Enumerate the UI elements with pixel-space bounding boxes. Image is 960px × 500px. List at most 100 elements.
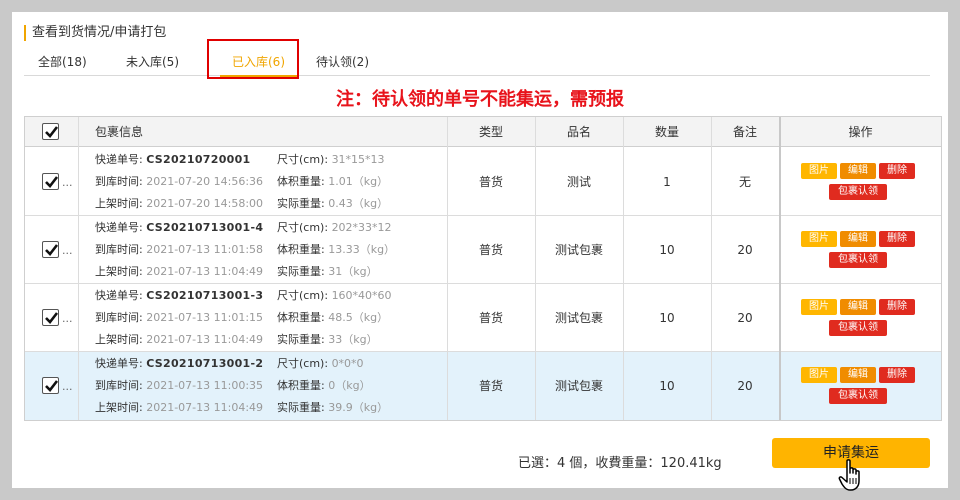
package-table: 包裹信息 类型 品名 数量 备注 操作 ... 快递单号: CS20210720… <box>24 116 942 421</box>
actual-weight-label: 实际重量: <box>277 265 325 278</box>
delete-button[interactable]: 删除 <box>879 299 915 315</box>
tracking-number: CS20210713001-4 <box>146 221 264 234</box>
row-checkbox[interactable] <box>42 173 59 190</box>
type-cell: 普货 <box>478 379 503 393</box>
checkmark-icon <box>45 126 59 138</box>
claim-button[interactable]: 包裹认领 <box>829 184 887 200</box>
tracking-number: CS20210713001-2 <box>146 357 264 370</box>
header-quantity: 数量 <box>654 125 679 139</box>
hand-pointer-icon <box>838 459 860 491</box>
tab-highlight-box <box>207 39 299 79</box>
header-name: 品名 <box>566 125 591 139</box>
vol-weight-label: 体积重量: <box>277 311 325 324</box>
tab-all[interactable]: 全部(18) <box>38 52 100 76</box>
delete-button[interactable]: 删除 <box>879 163 915 179</box>
row-checkbox[interactable] <box>42 241 59 258</box>
size-label: 尺寸(cm): <box>277 357 329 370</box>
status-tabs: 全部(18) 未入库(5) 已入库(6) 待认领(2) <box>24 52 930 77</box>
image-button[interactable]: 图片 <box>801 231 837 247</box>
row-ellipsis: ... <box>62 380 73 393</box>
checkmark-icon <box>45 380 59 392</box>
size-label: 尺寸(cm): <box>277 289 329 302</box>
type-cell: 普货 <box>478 175 503 189</box>
claim-button[interactable]: 包裹认领 <box>829 388 887 404</box>
checkmark-icon <box>45 312 59 324</box>
edit-button[interactable]: 编辑 <box>840 231 876 247</box>
size-label: 尺寸(cm): <box>277 221 329 234</box>
vol-weight-value: 13.33（kg） <box>328 243 396 256</box>
name-cell: 测试包裹 <box>554 311 603 325</box>
vol-weight-value: 1.01（kg） <box>328 175 389 188</box>
quantity-cell: 10 <box>659 243 675 257</box>
actual-weight-label: 实际重量: <box>277 333 325 346</box>
remark-cell: 20 <box>737 243 753 257</box>
shelf-label: 上架时间: <box>95 401 143 414</box>
shelf-label: 上架时间: <box>95 197 143 210</box>
size-label: 尺寸(cm): <box>277 153 329 166</box>
table-row: ... 快递单号: CS20210713001-2 到库时间: 2021-07-… <box>25 352 941 420</box>
vol-weight-label: 体积重量: <box>277 243 325 256</box>
size-value: 202*33*12 <box>331 221 392 234</box>
header-remark: 备注 <box>732 125 757 139</box>
header-package-info: 包裹信息 <box>95 125 144 139</box>
edit-button[interactable]: 编辑 <box>840 299 876 315</box>
actual-weight-value: 0.43（kg） <box>328 197 389 210</box>
edit-button[interactable]: 编辑 <box>840 367 876 383</box>
name-cell: 测试包裹 <box>554 379 603 393</box>
column-divider <box>711 117 712 420</box>
actual-weight-value: 39.9（kg） <box>328 401 389 414</box>
tab-not-stored[interactable]: 未入库(5) <box>126 52 192 76</box>
arrival-label: 到库时间: <box>95 243 143 256</box>
row-ellipsis: ... <box>62 244 73 257</box>
checkmark-icon <box>45 176 59 188</box>
image-button[interactable]: 图片 <box>801 367 837 383</box>
quantity-cell: 1 <box>663 175 671 189</box>
delete-button[interactable]: 删除 <box>879 367 915 383</box>
size-value: 31*15*13 <box>331 153 385 166</box>
actual-weight-label: 实际重量: <box>277 197 325 210</box>
size-value: 0*0*0 <box>331 357 364 370</box>
claim-button[interactable]: 包裹认领 <box>829 252 887 268</box>
row-ellipsis: ... <box>62 176 73 189</box>
header-actions: 操作 <box>848 125 873 139</box>
column-divider <box>447 117 448 420</box>
type-cell: 普货 <box>478 243 503 257</box>
actual-weight-label: 实际重量: <box>277 401 325 414</box>
arrival-label: 到库时间: <box>95 175 143 188</box>
remark-cell: 20 <box>737 379 753 393</box>
vol-weight-label: 体积重量: <box>277 379 325 392</box>
tab-to-claim[interactable]: 待认领(2) <box>316 52 386 76</box>
vol-weight-value: 0（kg） <box>328 379 371 392</box>
header-type: 类型 <box>478 125 503 139</box>
shelf-time: 2021-07-13 11:04:49 <box>146 265 264 278</box>
row-checkbox[interactable] <box>42 377 59 394</box>
tracking-label: 快递单号: <box>95 357 143 370</box>
name-cell: 测试包裹 <box>554 243 603 257</box>
quantity-cell: 10 <box>659 379 675 393</box>
column-divider <box>535 117 536 420</box>
arrival-time: 2021-07-13 11:01:58 <box>146 243 264 256</box>
shelf-label: 上架时间: <box>95 333 143 346</box>
shelf-time: 2021-07-13 11:04:49 <box>146 333 264 346</box>
selection-summary: 已選：4 個，收費重量：120.41kg <box>518 456 722 471</box>
row-checkbox[interactable] <box>42 309 59 326</box>
shelf-time: 2021-07-20 14:58:00 <box>146 197 264 210</box>
image-button[interactable]: 图片 <box>801 163 837 179</box>
tracking-label: 快递单号: <box>95 221 143 234</box>
column-divider <box>623 117 624 420</box>
arrival-label: 到库时间: <box>95 311 143 324</box>
delete-button[interactable]: 删除 <box>879 231 915 247</box>
image-button[interactable]: 图片 <box>801 299 837 315</box>
table-row: ... 快递单号: CS20210720001 到库时间: 2021-07-20… <box>25 148 941 216</box>
size-value: 160*40*60 <box>331 289 392 302</box>
column-divider <box>779 117 781 420</box>
name-cell: 测试 <box>566 175 591 189</box>
select-all-checkbox[interactable] <box>42 123 59 140</box>
shelf-label: 上架时间: <box>95 265 143 278</box>
checkmark-icon <box>45 244 59 256</box>
edit-button[interactable]: 编辑 <box>840 163 876 179</box>
claim-button[interactable]: 包裹认领 <box>829 320 887 336</box>
tracking-number: CS20210713001-3 <box>146 289 264 302</box>
tracking-label: 快递单号: <box>95 289 143 302</box>
remark-cell: 20 <box>737 311 753 325</box>
